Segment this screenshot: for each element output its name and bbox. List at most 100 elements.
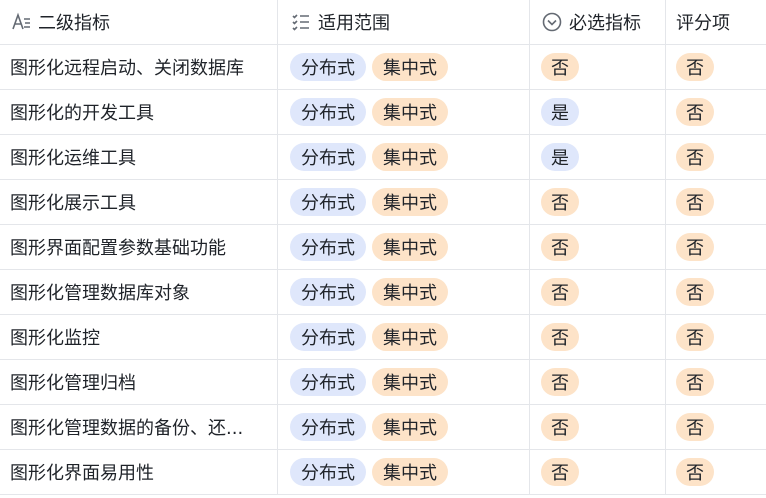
scored-tag: 否	[676, 458, 714, 486]
cell-scored[interactable]: 否	[666, 45, 766, 89]
cell-scored[interactable]: 否	[666, 450, 766, 494]
column-header-required[interactable]: 必选指标	[530, 0, 666, 44]
cell-scope[interactable]: 分布式 集中式	[278, 45, 530, 89]
cell-level2[interactable]: 图形化的开发工具	[0, 90, 278, 134]
table-row[interactable]: 图形化管理数据库对象 分布式 集中式否否	[0, 270, 766, 315]
scope-tag: 集中式	[372, 188, 448, 216]
required-tag: 否	[541, 278, 579, 306]
required-tag: 否	[541, 188, 579, 216]
cell-level2[interactable]: 图形化运维工具	[0, 135, 278, 179]
cell-level2[interactable]: 图形化展示工具	[0, 180, 278, 224]
text-field-icon	[10, 11, 32, 33]
scope-tag: 分布式	[290, 53, 366, 81]
cell-scope[interactable]: 分布式 集中式	[278, 315, 530, 359]
cell-scope[interactable]: 分布式 集中式	[278, 225, 530, 269]
cell-required[interactable]: 是	[530, 135, 666, 179]
cell-scored[interactable]: 否	[666, 360, 766, 404]
cell-level2[interactable]: 图形化监控	[0, 315, 278, 359]
table-row[interactable]: 图形化的开发工具 分布式 集中式是否	[0, 90, 766, 135]
level2-name: 图形界面配置参数基础功能	[10, 238, 226, 259]
level2-name: 图形化管理数据库对象	[10, 283, 190, 304]
scope-tag: 集中式	[372, 53, 448, 81]
column-header-label: 适用范围	[318, 13, 390, 34]
scope-tag: 分布式	[290, 143, 366, 171]
column-header-label: 二级指标	[38, 13, 110, 34]
scope-tag: 集中式	[372, 413, 448, 441]
cell-required[interactable]: 否	[530, 270, 666, 314]
scored-tag: 否	[676, 143, 714, 171]
column-header-scored[interactable]: 评分项	[666, 0, 766, 44]
scored-tag: 否	[676, 53, 714, 81]
scored-tag: 否	[676, 188, 714, 216]
list-icon	[290, 11, 312, 33]
cell-required[interactable]: 否	[530, 45, 666, 89]
scope-tag: 集中式	[372, 368, 448, 396]
required-tag: 是	[541, 143, 579, 171]
cell-level2[interactable]: 图形化管理数据的备份、还...	[0, 405, 278, 449]
column-header-scope[interactable]: 适用范围	[278, 0, 530, 44]
scope-tag: 集中式	[372, 98, 448, 126]
required-tag: 是	[541, 98, 579, 126]
scored-tag: 否	[676, 233, 714, 261]
cell-level2[interactable]: 图形化管理数据库对象	[0, 270, 278, 314]
table-row[interactable]: 图形化监控 分布式 集中式否否	[0, 315, 766, 360]
cell-scored[interactable]: 否	[666, 135, 766, 179]
level2-name: 图形化界面易用性	[10, 463, 154, 484]
table-row[interactable]: 图形化管理数据的备份、还... 分布式 集中式否否	[0, 405, 766, 450]
cell-required[interactable]: 否	[530, 360, 666, 404]
cell-scope[interactable]: 分布式 集中式	[278, 90, 530, 134]
cell-scored[interactable]: 否	[666, 270, 766, 314]
required-tag: 否	[541, 458, 579, 486]
cell-required[interactable]: 否	[530, 405, 666, 449]
level2-name: 图形化管理归档	[10, 373, 136, 394]
cell-scope[interactable]: 分布式 集中式	[278, 270, 530, 314]
cell-scored[interactable]: 否	[666, 405, 766, 449]
table-row[interactable]: 图形化远程启动、关闭数据库 分布式 集中式否否	[0, 45, 766, 90]
scored-tag: 否	[676, 323, 714, 351]
table-row[interactable]: 图形化运维工具 分布式 集中式是否	[0, 135, 766, 180]
scope-tag: 集中式	[372, 458, 448, 486]
scope-tag: 分布式	[290, 98, 366, 126]
column-header-level2[interactable]: 二级指标	[0, 0, 278, 44]
level2-name: 图形化运维工具	[10, 148, 136, 169]
scope-tag: 集中式	[372, 143, 448, 171]
cell-scope[interactable]: 分布式 集中式	[278, 405, 530, 449]
cell-level2[interactable]: 图形化管理归档	[0, 360, 278, 404]
cell-scored[interactable]: 否	[666, 90, 766, 134]
required-tag: 否	[541, 323, 579, 351]
cell-scope[interactable]: 分布式 集中式	[278, 450, 530, 494]
cell-level2[interactable]: 图形化远程启动、关闭数据库	[0, 45, 278, 89]
column-header-label: 必选指标	[569, 13, 641, 34]
column-header-label: 评分项	[676, 13, 730, 34]
table-row[interactable]: 图形界面配置参数基础功能 分布式 集中式否否	[0, 225, 766, 270]
level2-name: 图形化远程启动、关闭数据库	[10, 58, 244, 79]
scope-tag: 分布式	[290, 368, 366, 396]
scope-tag: 集中式	[372, 233, 448, 261]
cell-level2[interactable]: 图形化界面易用性	[0, 450, 278, 494]
cell-required[interactable]: 是	[530, 90, 666, 134]
cell-required[interactable]: 否	[530, 315, 666, 359]
cell-scored[interactable]: 否	[666, 225, 766, 269]
scope-tag: 分布式	[290, 233, 366, 261]
table-row[interactable]: 图形化界面易用性 分布式 集中式否否	[0, 450, 766, 495]
table-header: 二级指标 适用范围 必选指标 评分项	[0, 0, 766, 45]
cell-level2[interactable]: 图形界面配置参数基础功能	[0, 225, 278, 269]
scope-tag: 分布式	[290, 188, 366, 216]
table-row[interactable]: 图形化展示工具 分布式 集中式否否	[0, 180, 766, 225]
cell-scope[interactable]: 分布式 集中式	[278, 360, 530, 404]
level2-name: 图形化的开发工具	[10, 103, 154, 124]
cell-scope[interactable]: 分布式 集中式	[278, 180, 530, 224]
cell-required[interactable]: 否	[530, 450, 666, 494]
cell-scope[interactable]: 分布式 集中式	[278, 135, 530, 179]
required-tag: 否	[541, 233, 579, 261]
cell-scored[interactable]: 否	[666, 315, 766, 359]
table-body: 图形化远程启动、关闭数据库 分布式 集中式否否图形化的开发工具 分布式 集中式是否图形化…	[0, 45, 766, 495]
table-row[interactable]: 图形化管理归档 分布式 集中式否否	[0, 360, 766, 405]
scope-tag: 集中式	[372, 323, 448, 351]
required-tag: 否	[541, 53, 579, 81]
cell-scored[interactable]: 否	[666, 180, 766, 224]
cell-required[interactable]: 否	[530, 225, 666, 269]
circle-chevron-icon	[541, 11, 563, 33]
cell-required[interactable]: 否	[530, 180, 666, 224]
level2-name: 图形化监控	[10, 328, 100, 349]
